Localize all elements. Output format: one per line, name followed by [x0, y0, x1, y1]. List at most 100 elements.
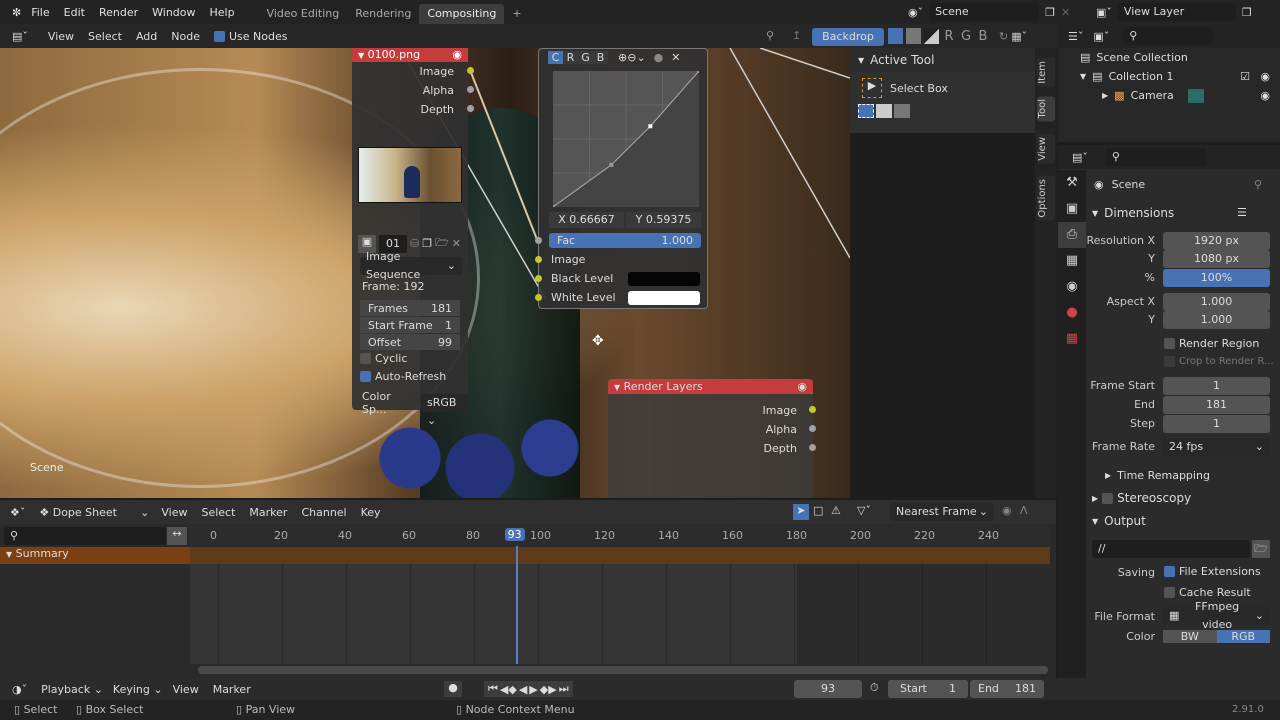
tab-video-editing[interactable]: Video Editing: [259, 4, 348, 24]
file-extensions-check-box[interactable]: [1164, 566, 1175, 577]
keyframe-area[interactable]: [190, 546, 1050, 664]
aspect-x-field[interactable]: 1.000: [1163, 293, 1270, 311]
cyclic-check-box[interactable]: [360, 353, 371, 364]
menu-window[interactable]: Window: [152, 6, 195, 19]
scene-icon[interactable]: ◉ˇ: [908, 6, 923, 19]
curve-channel-c[interactable]: C: [548, 51, 563, 64]
rl-image-socket[interactable]: [809, 406, 816, 413]
parent-node-tree-icon[interactable]: ↥: [792, 29, 801, 42]
exclude-checkbox-icon[interactable]: ☑: [1240, 70, 1250, 83]
editor-type-icon[interactable]: ▤ˇ: [12, 30, 28, 43]
mode-new-icon[interactable]: [858, 104, 874, 118]
jump-end-icon[interactable]: ⏭: [559, 682, 569, 696]
render-region-check-box[interactable]: [1164, 338, 1175, 349]
view-layer-selector[interactable]: View Layer: [1117, 3, 1236, 21]
curve-channel-b[interactable]: B: [593, 51, 608, 64]
backdrop-toggle[interactable]: Backdrop: [812, 28, 884, 46]
add-workspace-button[interactable]: +: [504, 4, 529, 24]
tab-view[interactable]: View: [1037, 134, 1055, 164]
aspect-y-field[interactable]: 1.000: [1163, 311, 1270, 329]
outliner-item-scene-collection[interactable]: ▤ Scene Collection: [1058, 48, 1280, 67]
hidden-icon[interactable]: □: [813, 504, 823, 517]
fac-slider[interactable]: Fac 1.000: [549, 233, 701, 248]
frame-ruler[interactable]: 0 20 40 60 80 100 120 140 160 180 200 220 240 93: [190, 526, 1050, 546]
next-keyframe-icon[interactable]: ◆▶: [540, 683, 557, 696]
resolution-percent-field[interactable]: 100%: [1163, 269, 1270, 287]
keying-menu[interactable]: Keying ⌄: [113, 683, 163, 696]
expand-icon[interactable]: ▼: [1080, 72, 1086, 81]
use-nodes-checkbox[interactable]: [213, 30, 225, 42]
render-layers-header[interactable]: ▼ Render Layers ◉: [608, 379, 813, 394]
color-space-dropdown[interactable]: sRGB ⌄: [421, 394, 468, 427]
playhead-line[interactable]: [515, 546, 518, 664]
rgb-curves-node[interactable]: C R G B ⊕ ⊖ ⌄ ● ✕ X 0.66667 Y 0.59375 Fa…: [535, 48, 708, 309]
collapse-icon[interactable]: ▼: [858, 56, 864, 65]
menu-file[interactable]: File: [31, 6, 49, 19]
color-mode-bw[interactable]: BW: [1163, 629, 1217, 643]
frame-start-field[interactable]: 1: [1163, 377, 1270, 395]
properties-search-input[interactable]: ⚲: [1105, 148, 1206, 166]
image-input-socket[interactable]: [535, 256, 542, 263]
unlink-image-icon[interactable]: ✕: [452, 237, 461, 250]
stereoscopy-checkbox[interactable]: [1102, 492, 1114, 504]
tab-rendering[interactable]: Rendering: [347, 4, 419, 24]
view-layer-icon[interactable]: ▣ˇ: [1096, 6, 1112, 19]
scene-selector[interactable]: Scene: [929, 3, 1040, 21]
render-tab-icon[interactable]: ▣: [1058, 196, 1086, 222]
falloff-icon[interactable]: Λ: [1020, 504, 1028, 517]
pin-icon[interactable]: ⚲: [766, 29, 774, 42]
copy-scene-icon[interactable]: ❐: [1045, 6, 1055, 19]
curve-channel-g[interactable]: G: [578, 51, 593, 64]
scene-tab-icon[interactable]: ◉: [1058, 274, 1086, 300]
handle-type-icon[interactable]: ●: [654, 51, 664, 64]
auto-refresh-checkbox[interactable]: Auto-Refresh: [360, 370, 446, 383]
time-remapping-subpanel[interactable]: ▶ Time Remapping: [1105, 469, 1210, 482]
crop-check-box[interactable]: [1164, 356, 1175, 367]
play-icon[interactable]: ▶: [529, 683, 537, 696]
collapse-icon[interactable]: ▼: [614, 383, 620, 392]
filter-icon-2[interactable]: ▣ˇ: [1093, 30, 1109, 43]
black-level-input-socket[interactable]: [535, 275, 542, 282]
stopwatch-icon[interactable]: ⏱: [870, 681, 879, 695]
menu-select[interactable]: Select: [88, 30, 122, 43]
curve-point[interactable]: [648, 124, 653, 129]
copy-view-layer-icon[interactable]: ❐: [1242, 6, 1252, 19]
menu-key[interactable]: Key: [361, 506, 381, 519]
menu-add[interactable]: Add: [136, 30, 157, 43]
file-format-dropdown[interactable]: ▦ FFmpeg video ⌄: [1163, 600, 1270, 631]
blender-logo-icon[interactable]: ✼: [12, 6, 21, 19]
backdrop-alpha-icon[interactable]: [924, 28, 939, 44]
output-path-input[interactable]: //: [1092, 540, 1250, 558]
menu-view[interactable]: View: [48, 30, 74, 43]
outliner-item-camera[interactable]: ▶ ▩ Camera ◉: [1058, 86, 1280, 105]
snap-element-icon[interactable]: ▦ˇ: [1011, 30, 1027, 43]
remove-scene-icon[interactable]: ✕: [1061, 6, 1070, 19]
mode-subtract-icon[interactable]: [894, 104, 910, 118]
display-mode-icon[interactable]: ☰ˇ: [1068, 30, 1083, 43]
render-icon[interactable]: ◉: [797, 380, 807, 393]
only-selected-icon[interactable]: ➤: [793, 504, 809, 520]
jump-start-icon[interactable]: ⏮: [488, 682, 498, 696]
menu-marker[interactable]: Marker: [213, 683, 251, 696]
eye-icon[interactable]: ◉: [1260, 89, 1270, 102]
curve-point[interactable]: [609, 162, 614, 167]
auto-keying-icon[interactable]: ●: [444, 681, 462, 697]
offset-field[interactable]: Offset 99: [360, 334, 460, 350]
outliner-item-collection-1[interactable]: ▼ ▤ Collection 1 ☑ ◉: [1058, 67, 1280, 86]
summary-channel[interactable]: ▼ Summary: [0, 547, 190, 564]
prev-keyframe-icon[interactable]: ◀◆: [500, 683, 517, 696]
start-frame-field[interactable]: Start 1: [888, 680, 968, 698]
backdrop-color-icon[interactable]: [906, 28, 921, 44]
color-mode-rgb[interactable]: RGB: [1216, 629, 1270, 643]
timeline-editor-icon[interactable]: ◑ˇ: [12, 683, 27, 696]
snap-mode-dropdown[interactable]: Nearest Frame ⌄: [890, 503, 994, 521]
folder-icon[interactable]: 🗁: [1252, 540, 1270, 558]
resolution-y-field[interactable]: 1080 px: [1163, 250, 1270, 268]
editor-type-icon[interactable]: ❖ˇ: [10, 506, 25, 519]
select-box-tool[interactable]: ▶ Select Box: [850, 72, 1035, 104]
sync-icon[interactable]: ↔: [167, 527, 187, 545]
fac-input-socket[interactable]: [535, 237, 542, 244]
frame-rate-dropdown[interactable]: 24 fps ⌄: [1163, 438, 1270, 456]
filter-icon[interactable]: ▽ˇ: [857, 504, 871, 517]
camera-data-icon[interactable]: [1187, 88, 1204, 103]
